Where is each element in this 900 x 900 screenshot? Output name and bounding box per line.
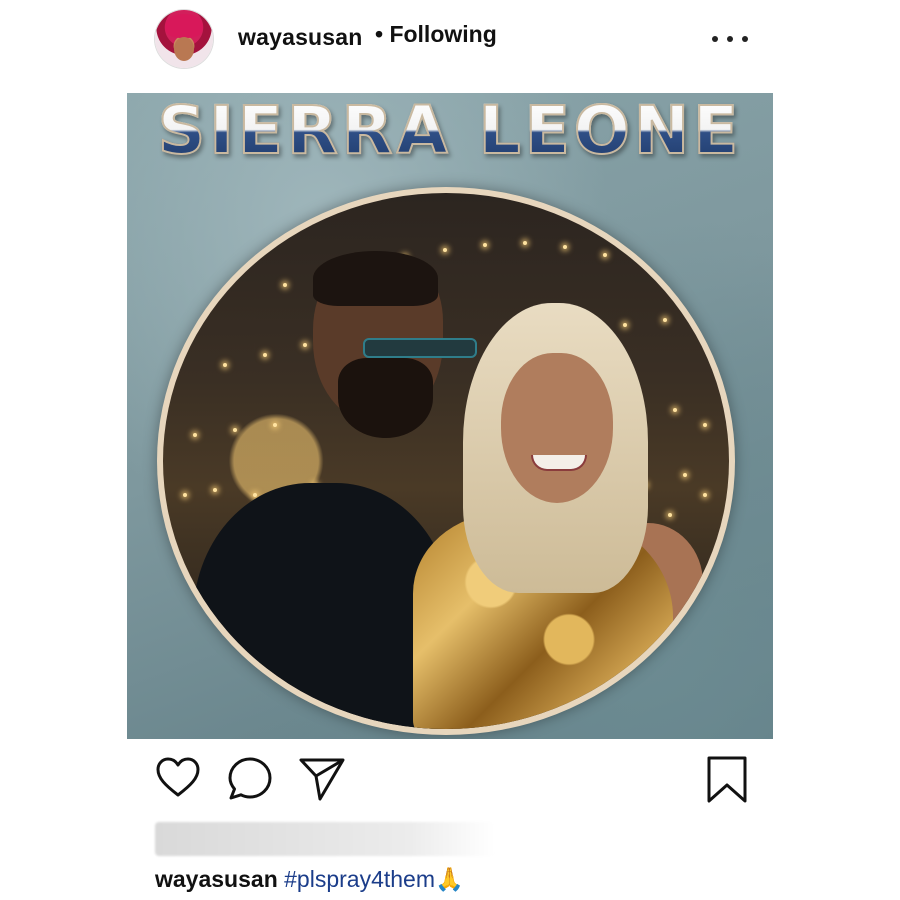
- avatar[interactable]: [155, 10, 213, 68]
- username-link[interactable]: wayasusan: [238, 24, 363, 51]
- couple-photo: [163, 193, 729, 729]
- following-status[interactable]: • Following: [375, 21, 497, 48]
- send-icon[interactable]: [298, 755, 346, 803]
- caption-hashtag[interactable]: #plspray4them: [284, 866, 435, 892]
- post-image[interactable]: SIERRA LEONE: [127, 93, 773, 739]
- caption-username[interactable]: wayasusan: [155, 866, 278, 892]
- sunglasses: [363, 338, 477, 358]
- action-bar: [0, 755, 900, 811]
- likes-count-blurred: [155, 822, 495, 856]
- man-beard: [338, 358, 433, 438]
- avatar-headwrap: [165, 14, 203, 38]
- heart-icon[interactable]: [155, 755, 201, 801]
- man-hair: [313, 251, 438, 306]
- bookmark-icon[interactable]: [705, 755, 749, 805]
- woman-face: [501, 353, 613, 503]
- comment-icon[interactable]: [226, 755, 274, 803]
- avatar-face: [174, 37, 194, 61]
- woman-smile: [531, 455, 587, 471]
- praying-hands-emoji: 🙏: [435, 866, 464, 892]
- post-caption: wayasusan #plspray4them🙏: [155, 866, 464, 893]
- banner-title: SIERRA LEONE: [127, 94, 773, 168]
- post-header: wayasusan • Following: [0, 0, 900, 80]
- more-options-icon[interactable]: [712, 28, 748, 50]
